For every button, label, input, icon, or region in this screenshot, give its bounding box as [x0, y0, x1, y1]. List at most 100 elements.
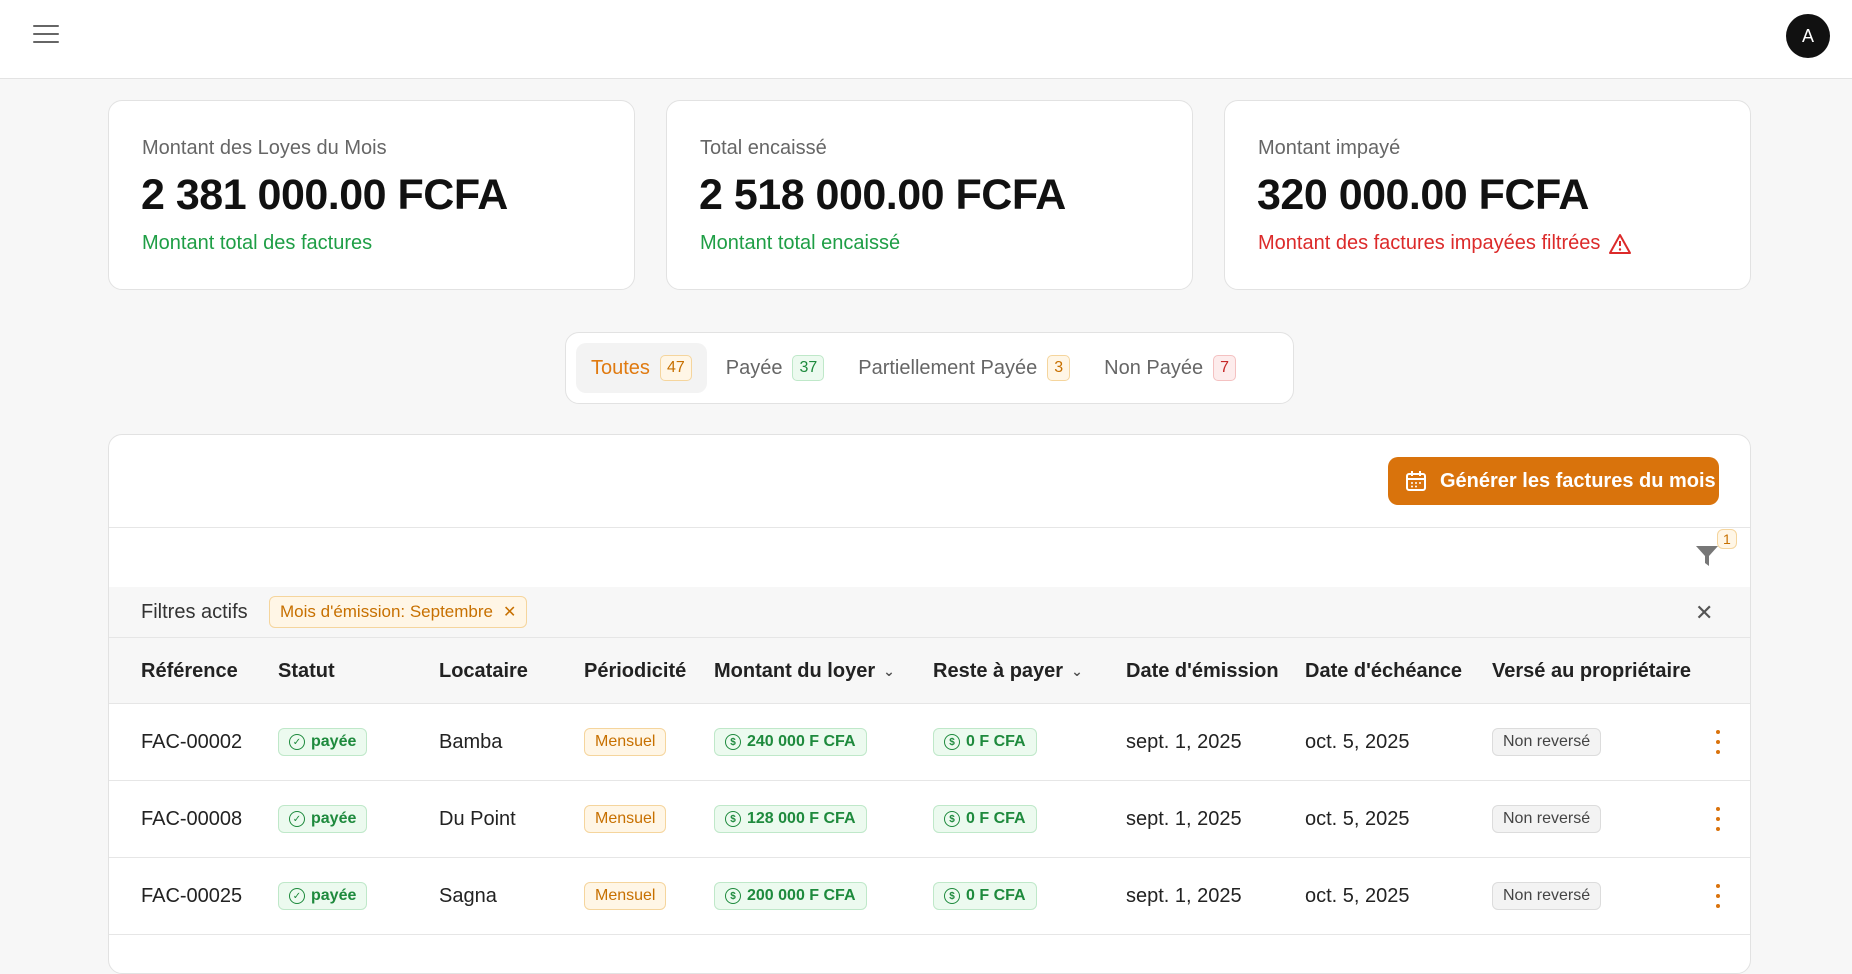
clear-filters-icon[interactable]: ✕ — [1695, 600, 1713, 626]
tab-partially-paid[interactable]: Partiellement Payée 3 — [843, 343, 1085, 393]
cell-tenant: Sagna — [439, 884, 497, 907]
card-subtitle: Montant total des factures — [142, 232, 373, 254]
remaining-badge: $0 F CFA — [933, 805, 1037, 833]
cell-due-date: oct. 5, 2025 — [1305, 730, 1410, 753]
row-actions-icon[interactable] — [1716, 730, 1722, 754]
table-row[interactable]: FAC-00008 ✓ payée Du Point Mensuel $128 0… — [109, 781, 1750, 858]
filter-icon[interactable] — [1694, 543, 1720, 569]
filter-chip-label: Mois d'émission: Septembre — [280, 602, 493, 621]
col-rent-label: Montant du loyer — [714, 660, 876, 682]
cell-rent: $200 000 F CFA — [714, 858, 867, 934]
cell-remaining: $0 F CFA — [933, 858, 1037, 934]
tab-all[interactable]: Toutes 47 — [576, 343, 707, 393]
row-actions-icon[interactable] — [1716, 884, 1722, 908]
cell-rent: $128 000 F CFA — [714, 781, 867, 857]
remaining-badge: $0 F CFA — [933, 728, 1037, 756]
cell-reference: FAC-00025 — [141, 884, 243, 907]
dollar-circle-icon: $ — [944, 811, 960, 827]
active-filters-bar: Filtres actifs Mois d'émission: Septembr… — [109, 587, 1750, 637]
dollar-circle-icon: $ — [944, 734, 960, 750]
cell-periodicity: Mensuel — [584, 781, 667, 857]
active-filters-label: Filtres actifs — [141, 601, 248, 623]
remaining-value: 0 F CFA — [966, 810, 1026, 827]
cell-periodicity: Mensuel — [584, 858, 667, 934]
check-circle-icon: ✓ — [289, 811, 305, 827]
tab-label: Toutes — [591, 356, 650, 379]
card-subtitle: Montant total encaissé — [700, 232, 901, 254]
invoices-panel: Générer les factures du mois 1 Filtres a… — [108, 434, 1751, 974]
cell-paid-owner: Non reversé — [1492, 704, 1602, 780]
avatar[interactable]: A — [1786, 14, 1830, 58]
tab-label: Non Payée — [1104, 356, 1204, 379]
card-value: 2 518 000.00 FCFA — [699, 171, 1066, 219]
paid-owner-badge: Non reversé — [1492, 882, 1602, 910]
generate-invoices-button[interactable]: Générer les factures du mois — [1388, 457, 1719, 505]
cell-remaining: $0 F CFA — [933, 704, 1037, 780]
rent-value: 240 000 F CFA — [747, 733, 856, 750]
cell-status: ✓ payée — [278, 781, 368, 857]
rent-badge: $200 000 F CFA — [714, 882, 867, 910]
card-title: Montant des Loyes du Mois — [142, 137, 387, 159]
stat-card-unpaid: Montant impayé 320 000.00 FCFA Montant d… — [1224, 100, 1751, 290]
status-badge: ✓ payée — [278, 728, 368, 756]
dollar-circle-icon: $ — [725, 734, 741, 750]
col-rent[interactable]: Montant du loyer ⌄ — [714, 660, 895, 683]
paid-owner-badge: Non reversé — [1492, 805, 1602, 833]
check-circle-icon: ✓ — [289, 888, 305, 904]
top-bar: A — [0, 0, 1852, 79]
tab-count-badge: 47 — [659, 355, 692, 381]
dollar-circle-icon: $ — [725, 888, 741, 904]
stat-card-monthly-rent: Montant des Loyes du Mois 2 381 000.00 F… — [108, 100, 635, 290]
card-subtitle-row: Montant des factures impayées filtrées — [1258, 232, 1632, 255]
col-status: Statut — [278, 660, 335, 682]
divider — [109, 527, 1750, 528]
table-row[interactable]: FAC-00002 ✓ payée Bamba Mensuel $240 000 … — [109, 704, 1750, 781]
periodicity-badge: Mensuel — [584, 728, 667, 756]
paid-owner-badge: Non reversé — [1492, 728, 1602, 756]
card-title: Total encaissé — [700, 137, 827, 159]
status-label: payée — [311, 887, 357, 904]
col-reference: Référence — [141, 660, 238, 682]
dollar-circle-icon: $ — [944, 888, 960, 904]
stat-card-total-collected: Total encaissé 2 518 000.00 FCFA Montant… — [666, 100, 1193, 290]
cell-tenant: Bamba — [439, 730, 503, 753]
chevron-down-icon[interactable]: ⌄ — [1071, 663, 1083, 680]
cell-remaining: $0 F CFA — [933, 781, 1037, 857]
filter-count-badge: 1 — [1717, 529, 1737, 549]
remove-filter-icon[interactable]: ✕ — [503, 602, 516, 622]
status-label: payée — [311, 733, 357, 750]
filter-chip: Mois d'émission: Septembre ✕ — [269, 596, 528, 628]
cell-issue-date: sept. 1, 2025 — [1126, 730, 1242, 753]
remaining-value: 0 F CFA — [966, 733, 1026, 750]
row-actions-icon[interactable] — [1716, 807, 1722, 831]
cell-reference: FAC-00002 — [141, 730, 243, 753]
col-tenant: Locataire — [439, 660, 528, 682]
card-value: 320 000.00 FCFA — [1257, 171, 1589, 219]
tab-unpaid[interactable]: Non Payée 7 — [1089, 343, 1251, 393]
col-periodicity: Périodicité — [584, 660, 687, 682]
col-remaining-label: Reste à payer — [933, 660, 1064, 682]
cell-issue-date: sept. 1, 2025 — [1126, 807, 1242, 830]
table-row[interactable]: FAC-00025 ✓ payée Sagna Mensuel $200 000 … — [109, 858, 1750, 935]
cell-issue-date: sept. 1, 2025 — [1126, 884, 1242, 907]
tab-count-badge: 7 — [1213, 355, 1237, 381]
card-subtitle: Montant des factures impayées filtrées — [1258, 232, 1601, 254]
hamburger-menu-icon[interactable] — [33, 25, 59, 45]
remaining-value: 0 F CFA — [966, 887, 1026, 904]
remaining-badge: $0 F CFA — [933, 882, 1037, 910]
cell-paid-owner: Non reversé — [1492, 781, 1602, 857]
col-due-date: Date d'échéance — [1305, 660, 1463, 682]
tab-count-badge: 3 — [1047, 355, 1071, 381]
cell-periodicity: Mensuel — [584, 704, 667, 780]
periodicity-badge: Mensuel — [584, 882, 667, 910]
col-remaining[interactable]: Reste à payer ⌄ — [933, 660, 1083, 683]
cell-status: ✓ payée — [278, 858, 368, 934]
cell-due-date: oct. 5, 2025 — [1305, 884, 1410, 907]
check-circle-icon: ✓ — [289, 734, 305, 750]
dollar-circle-icon: $ — [725, 811, 741, 827]
cell-due-date: oct. 5, 2025 — [1305, 807, 1410, 830]
status-badge: ✓ payée — [278, 805, 368, 833]
card-value: 2 381 000.00 FCFA — [141, 171, 508, 219]
tab-paid[interactable]: Payée 37 — [711, 343, 840, 393]
chevron-down-icon[interactable]: ⌄ — [883, 663, 895, 680]
